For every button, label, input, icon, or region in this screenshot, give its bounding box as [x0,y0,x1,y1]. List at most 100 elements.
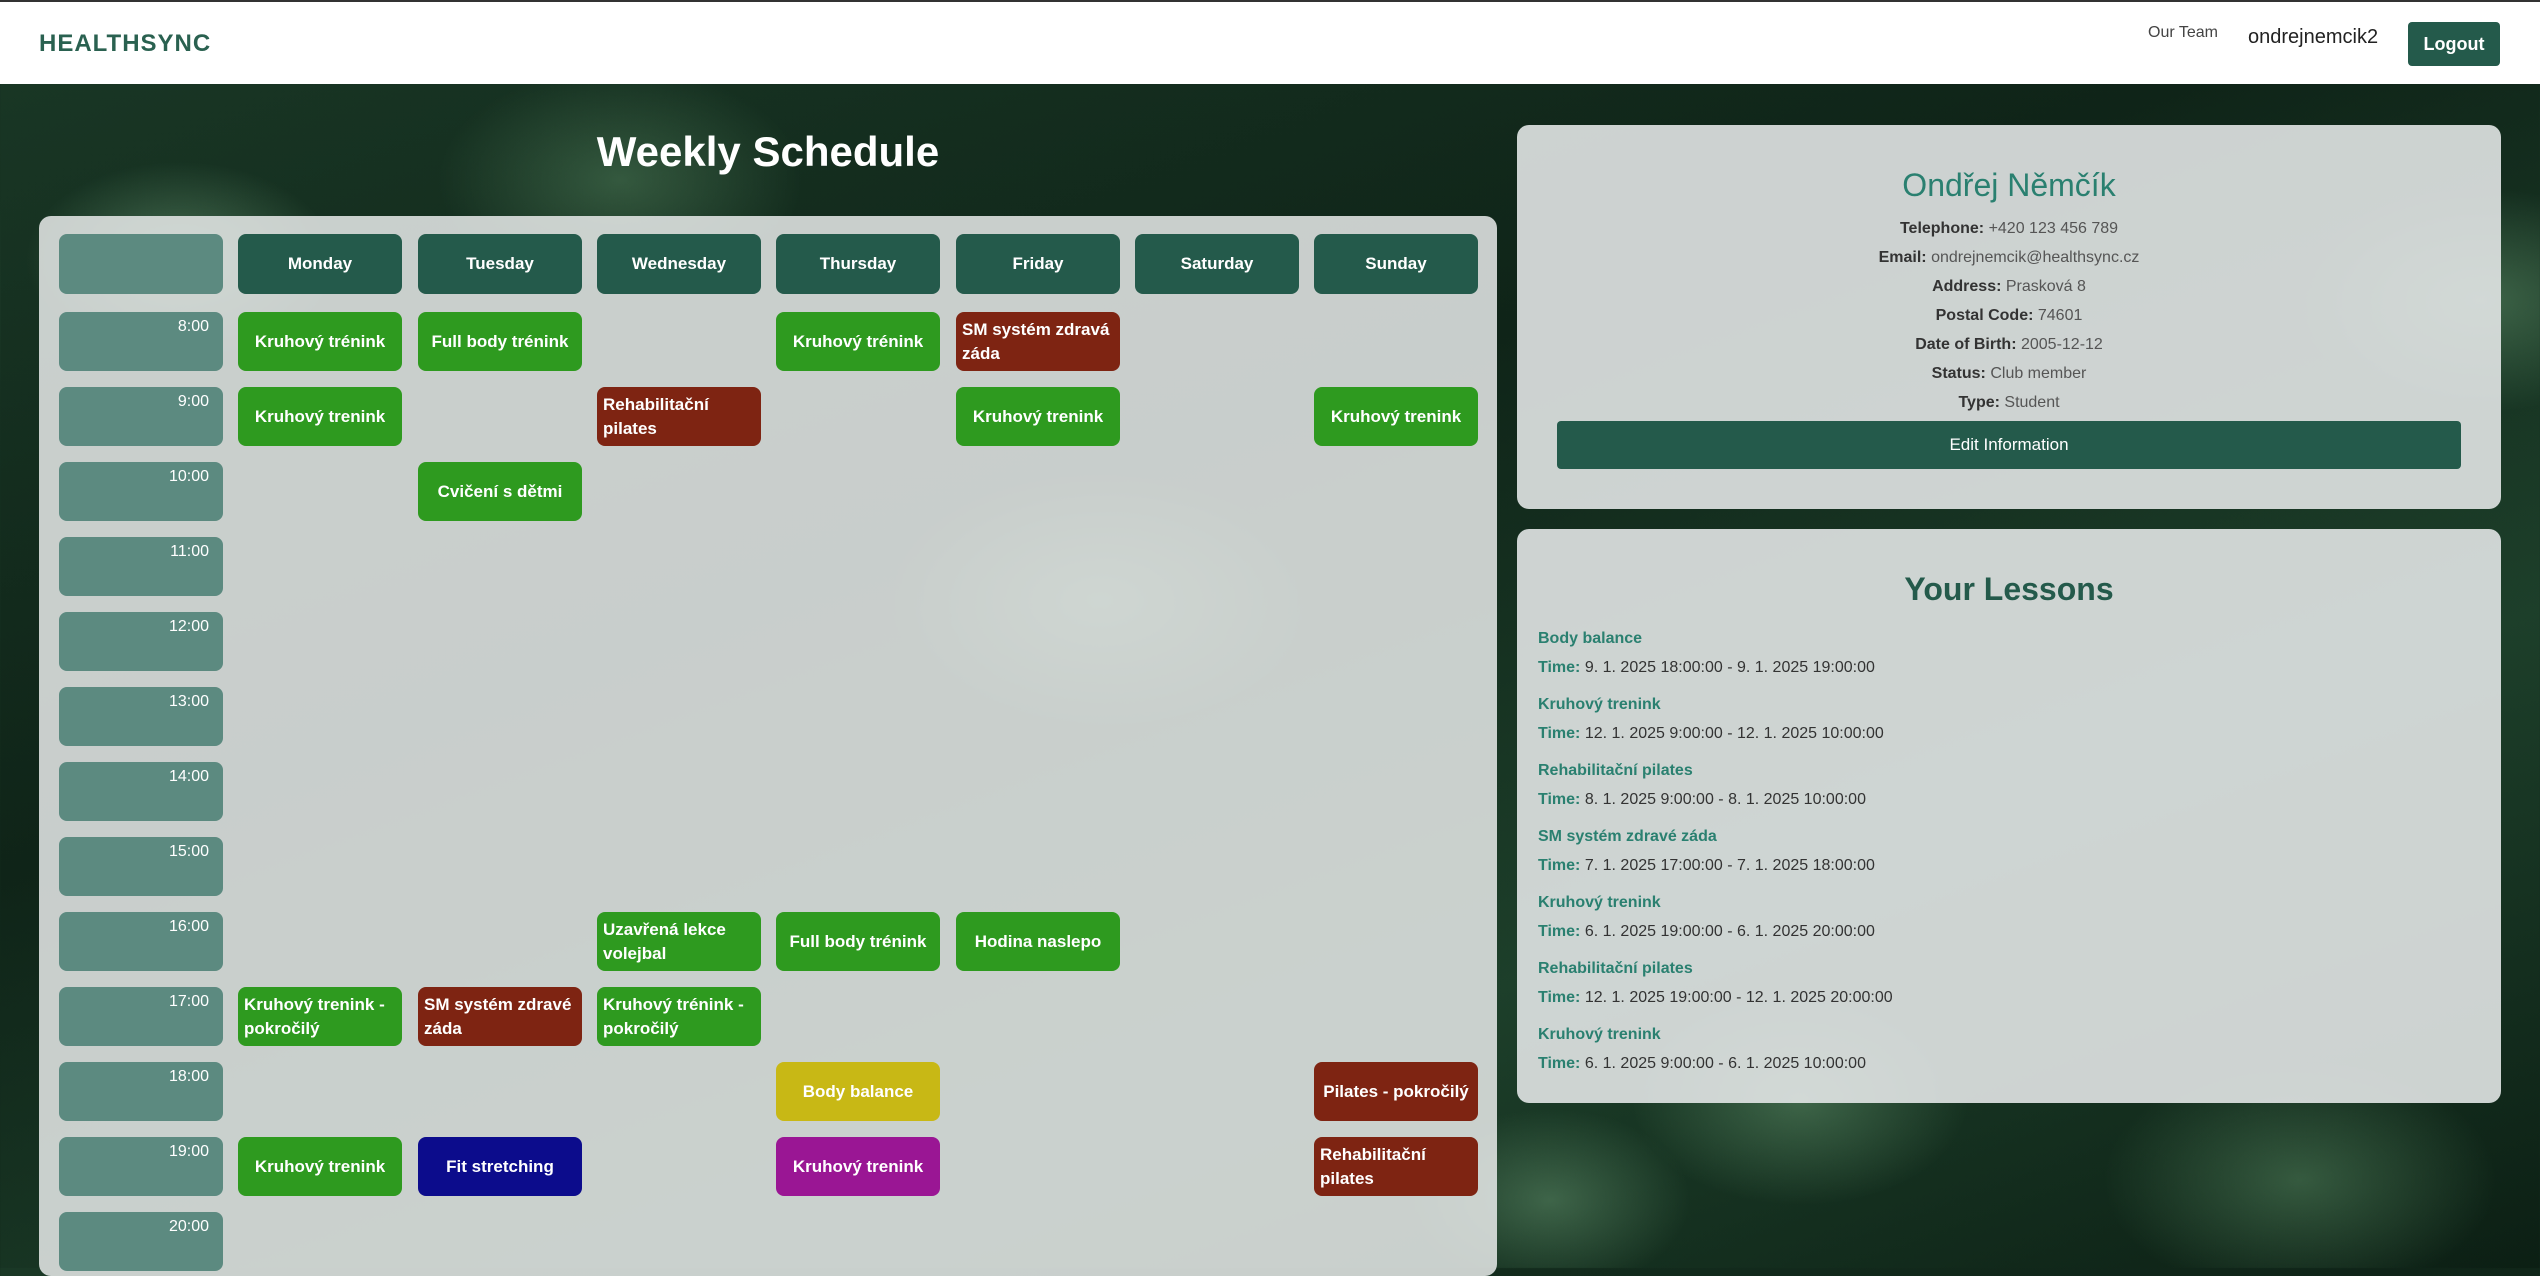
lesson-block[interactable]: Kruhový trenink - pokročilý [238,987,402,1046]
lesson-block[interactable]: SM systém zdravá záda [956,312,1120,371]
profile-info-label: Email: [1878,249,1927,266]
day-header-sunday: Sunday [1314,234,1478,294]
lesson-block[interactable]: Kruhový trenink [776,1137,940,1196]
your-lesson-name: Body balance [1538,630,1643,647]
lesson-block[interactable]: Rehabilitační pilates [1314,1137,1478,1196]
profile-info-value: +420 123 456 789 [1988,220,2119,237]
profile-info-label: Telephone: [1899,220,1985,237]
time-label: Time: [1538,791,1581,808]
time-label: Time: [1538,1055,1581,1072]
time-label: Time: [1538,857,1581,874]
time-slot-label: 15:00 [59,837,223,896]
your-lesson-name: Kruhový trenink [1538,1026,1661,1043]
brand-logo[interactable]: HEALTHSYNC [39,30,211,58]
lesson-block[interactable]: Rehabilitační pilates [597,387,761,446]
top-navbar: HEALTHSYNC Our Team ondrejnemcik2 Logout [0,0,2540,84]
profile-info-row: Type: Student [1517,394,2501,412]
profile-info-row: Email: ondrejnemcik@healthsync.cz [1517,249,2501,267]
lesson-block[interactable]: Kruhový trénink [238,312,402,371]
day-header-tuesday: Tuesday [418,234,582,294]
time-slot-label: 16:00 [59,912,223,971]
your-lesson-name: SM systém zdravé záda [1538,828,1717,845]
time-slot-label: 8:00 [59,312,223,371]
profile-name: Ondřej Němčík [1902,167,2116,203]
profile-info-row: Telephone: +420 123 456 789 [1517,220,2501,238]
profile-info-value: Club member [1990,365,2087,382]
profile-info-label: Type: [1958,394,2000,411]
nav-username[interactable]: ondrejnemcik2 [2248,26,2378,49]
time-label: Time: [1538,989,1581,1006]
lesson-block[interactable]: Kruhový trenink [956,387,1120,446]
schedule-title: Weekly Schedule [596,128,940,175]
edit-information-button[interactable]: Edit Information [1557,421,2461,469]
profile-info-label: Postal Code: [1935,307,2034,324]
lesson-block[interactable]: Fit stretching [418,1137,582,1196]
your-lesson-time: Time: 12. 1. 2025 19:00:00 - 12. 1. 2025… [1538,989,1893,1007]
your-lesson-time: Time: 6. 1. 2025 19:00:00 - 6. 1. 2025 2… [1538,923,1875,941]
time-label: Time: [1538,659,1581,676]
profile-info-row: Address: Prasková 8 [1517,278,2501,296]
profile-info-value: Prasková 8 [2005,278,2086,295]
profile-info-label: Date of Birth: [1915,336,2017,353]
profile-info-value: Student [2004,394,2060,411]
time-slot-label: 14:00 [59,762,223,821]
your-lesson-item: Kruhový trenink Time: 6. 1. 2025 9:00:00 … [1538,1026,1866,1073]
lesson-block[interactable]: Full body trénink [418,312,582,371]
time-value: 8. 1. 2025 9:00:00 - 8. 1. 2025 10:00:00 [1584,791,1866,808]
time-value: 6. 1. 2025 19:00:00 - 6. 1. 2025 20:00:0… [1584,923,1875,940]
logout-button[interactable]: Logout [2408,22,2500,66]
time-slot-label: 18:00 [59,1062,223,1121]
your-lesson-time: Time: 9. 1. 2025 18:00:00 - 9. 1. 2025 1… [1538,659,1875,677]
profile-info-label: Address: [1932,278,2002,295]
day-header-thursday: Thursday [776,234,940,294]
profile-info-row: Postal Code: 74601 [1517,307,2501,325]
time-value: 9. 1. 2025 18:00:00 - 9. 1. 2025 19:00:0… [1584,659,1875,676]
your-lessons-card: Your Lessons Body balance Time: 9. 1. 202… [1517,529,2501,1103]
nav-our-team-link[interactable]: Our Team [2148,24,2218,42]
time-label: Time: [1538,725,1581,742]
profile-info-row: Status: Club member [1517,365,2501,383]
time-slot-label: 13:00 [59,687,223,746]
your-lesson-time: Time: 7. 1. 2025 17:00:00 - 7. 1. 2025 1… [1538,857,1875,875]
your-lesson-item: Body balance Time: 9. 1. 2025 18:00:00 - … [1538,630,1875,677]
schedule-grid: Monday Tuesday Wednesday Thursday Friday Satu… [39,216,1497,1276]
lesson-block[interactable]: Body balance [776,1062,940,1121]
day-header-saturday: Saturday [1135,234,1299,294]
time-slot-label: 12:00 [59,612,223,671]
lesson-block[interactable]: Kruhový trénink [776,312,940,371]
your-lessons-title: Your Lessons [1904,571,2114,607]
your-lesson-item: Kruhový trenink Time: 6. 1. 2025 19:00:00… [1538,894,1875,941]
your-lesson-name: Kruhový trenink [1538,696,1661,713]
lesson-block[interactable]: Kruhový trenink [238,1137,402,1196]
day-header-friday: Friday [956,234,1120,294]
time-slot-label: 17:00 [59,987,223,1046]
time-value: 12. 1. 2025 9:00:00 - 12. 1. 2025 10:00:… [1584,725,1884,742]
day-header-wednesday: Wednesday [597,234,761,294]
lesson-block[interactable]: Kruhový trénink - pokročilý [597,987,761,1046]
your-lesson-name: Rehabilitační pilates [1538,960,1693,977]
your-lesson-name: Rehabilitační pilates [1538,762,1693,779]
your-lesson-item: Rehabilitační pilates Time: 8. 1. 2025 9:… [1538,762,1866,809]
lesson-block[interactable]: Hodina naslepo [956,912,1120,971]
lesson-block[interactable]: Kruhový trenink [238,387,402,446]
lesson-block[interactable]: Uzavřená lekce volejbal [597,912,761,971]
lesson-block[interactable]: SM systém zdravé záda [418,987,582,1046]
time-value: 12. 1. 2025 19:00:00 - 12. 1. 2025 20:00… [1584,989,1893,1006]
time-label: Time: [1538,923,1581,940]
schedule-corner-cell [59,234,223,294]
lesson-block[interactable]: Full body trénink [776,912,940,971]
time-slot-label: 10:00 [59,462,223,521]
profile-info-label: Status: [1931,365,1986,382]
profile-info-row: Date of Birth: 2005-12-12 [1517,336,2501,354]
time-value: 7. 1. 2025 17:00:00 - 7. 1. 2025 18:00:0… [1584,857,1875,874]
lesson-block[interactable]: Cvičení s dětmi [418,462,582,521]
time-slot-label: 9:00 [59,387,223,446]
time-slot-label: 20:00 [59,1212,223,1271]
lesson-block[interactable]: Pilates - pokročilý [1314,1062,1478,1121]
profile-info-value: 74601 [2037,307,2083,324]
day-header-monday: Monday [238,234,402,294]
time-value: 6. 1. 2025 9:00:00 - 6. 1. 2025 10:00:00 [1584,1055,1866,1072]
lesson-block[interactable]: Kruhový trenink [1314,387,1478,446]
your-lesson-item: Kruhový trenink Time: 12. 1. 2025 9:00:00… [1538,696,1884,743]
profile-info-value: 2005-12-12 [2020,336,2103,353]
